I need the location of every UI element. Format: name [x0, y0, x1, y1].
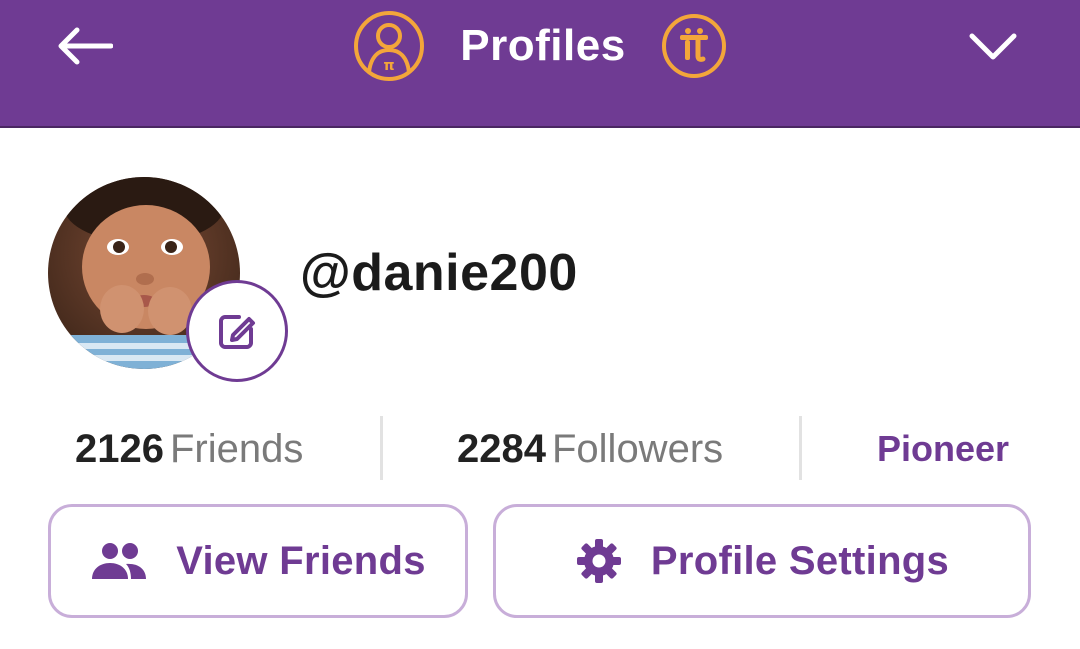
role-badge: Pioneer	[877, 428, 1010, 469]
profile-settings-label: Profile Settings	[650, 538, 950, 583]
followers-stat[interactable]: 2284 Followers	[457, 424, 723, 474]
followers-label: Followers	[551, 427, 724, 471]
gear-icon	[575, 537, 623, 585]
svg-text:π: π	[384, 58, 395, 74]
stats-row: 2126 Friends 2284 Followers Pioneer	[0, 416, 1080, 480]
edit-avatar-button[interactable]	[186, 280, 288, 382]
arrow-left-icon	[58, 27, 113, 65]
username: @danie200	[300, 244, 578, 302]
people-icon	[90, 541, 148, 581]
followers-count: 2284	[457, 427, 546, 471]
friends-stat[interactable]: 2126 Friends	[75, 424, 303, 474]
profile-settings-button[interactable]: Profile Settings	[493, 504, 1031, 618]
header-title-group: π Profiles	[350, 6, 730, 86]
view-friends-label: View Friends	[176, 538, 426, 583]
friends-label: Friends	[169, 427, 304, 471]
page-title: Profiles	[460, 21, 626, 70]
stats-divider	[799, 416, 802, 480]
view-friends-button[interactable]: View Friends	[48, 504, 468, 618]
back-button[interactable]	[44, 14, 124, 78]
edit-pencil-icon	[219, 315, 255, 349]
app-header: π Profiles	[0, 0, 1080, 128]
stats-divider	[380, 416, 383, 480]
pi-coin-icon[interactable]	[661, 14, 726, 78]
chevron-down-icon	[969, 33, 1017, 60]
dropdown-button[interactable]	[956, 14, 1030, 78]
friends-count: 2126	[75, 427, 164, 471]
pi-user-icon[interactable]: π	[354, 11, 425, 81]
